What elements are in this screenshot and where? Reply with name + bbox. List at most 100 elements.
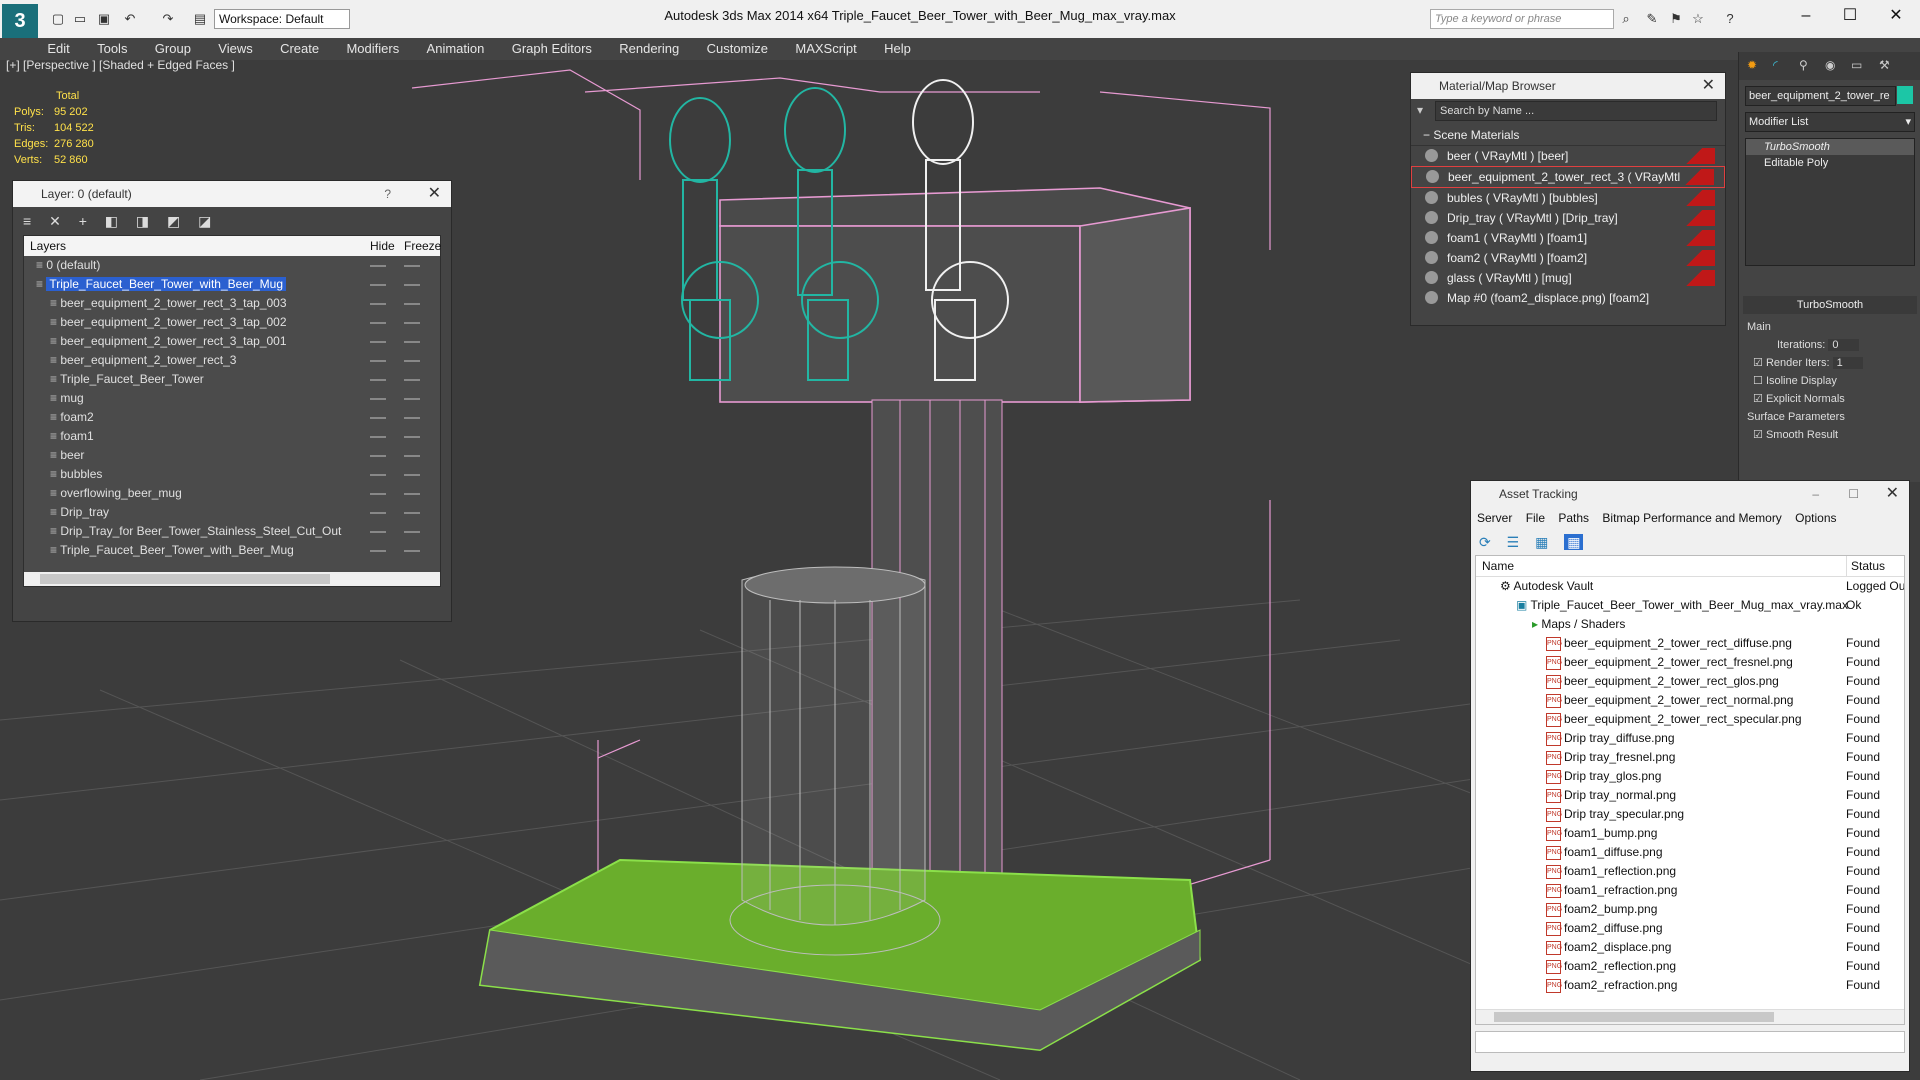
layer-row[interactable]: ≡ Drip_Tray_for Beer_Tower_Stainless_Ste… [24, 522, 440, 541]
layer-row[interactable]: ≡ beer_equipment_2_tower_rect_3_tap_001 [24, 332, 440, 351]
freeze-toggle[interactable] [404, 322, 420, 324]
freeze-toggle[interactable] [404, 303, 420, 305]
menu-views[interactable]: Views [218, 38, 252, 60]
object-name-field[interactable]: beer_equipment_2_tower_re [1745, 86, 1896, 106]
freeze-toggle[interactable] [404, 531, 420, 533]
table-view-icon[interactable]: ▦ [1564, 534, 1584, 550]
help-icon[interactable]: ? [384, 181, 391, 207]
scrollbar-thumb[interactable] [1494, 1012, 1774, 1022]
layer-panel-titlebar[interactable]: Layer: 0 (default) ? ✕ [13, 181, 451, 207]
material-item[interactable]: Drip_tray ( VRayMtl ) [Drip_tray] [1411, 208, 1725, 228]
freeze-toggle[interactable] [404, 455, 420, 457]
material-item[interactable]: beer ( VRayMtl ) [beer] [1411, 146, 1725, 166]
freeze-toggle[interactable] [404, 341, 420, 343]
hide-toggle[interactable] [370, 379, 386, 381]
asset-row[interactable]: PNG foam1_bump.png Found [1476, 824, 1904, 843]
hide-toggle[interactable] [370, 322, 386, 324]
asset-row[interactable]: PNG foam2_displace.png Found [1476, 938, 1904, 957]
asset-row[interactable]: PNG foam2_bump.png Found [1476, 900, 1904, 919]
column-freeze[interactable]: Freeze [404, 236, 441, 256]
layer-row[interactable]: ≡ beer [24, 446, 440, 465]
redo-icon[interactable]: ↷ [160, 11, 176, 27]
layer-row[interactable]: ≡ 0 (default) [24, 256, 440, 275]
freeze-toggle[interactable] [404, 398, 420, 400]
material-item[interactable]: glass ( VRayMtl ) [mug] [1411, 268, 1725, 288]
asset-row[interactable]: PNG Drip tray_specular.png Found [1476, 805, 1904, 824]
asset-row[interactable]: PNG Drip tray_glos.png Found [1476, 767, 1904, 786]
refresh-icon[interactable]: ⟳ [1479, 534, 1491, 550]
workspace-dropdown[interactable]: Workspace: Default [214, 9, 350, 29]
column-layers[interactable]: Layers [30, 239, 66, 253]
asset-row[interactable]: PNG foam1_diffuse.png Found [1476, 843, 1904, 862]
minimize-button[interactable]: – [1786, 4, 1826, 28]
help-icon[interactable]: ? [1722, 11, 1738, 27]
asset-menu-options[interactable]: Options [1795, 511, 1836, 525]
freeze-toggle[interactable] [404, 284, 420, 286]
communication-center-icon[interactable]: ✎ [1644, 11, 1660, 27]
asset-row[interactable]: PNG beer_equipment_2_tower_rect_diffuse.p… [1476, 634, 1904, 653]
menu-edit[interactable]: Edit [47, 38, 69, 60]
hide-toggle[interactable] [370, 341, 386, 343]
freeze-toggle[interactable] [404, 417, 420, 419]
save-icon[interactable]: ▣ [96, 11, 112, 27]
menu-maxscript[interactable]: MAXScript [795, 38, 856, 60]
freeze-all-icon[interactable]: ◪ [198, 213, 211, 229]
asset-row[interactable]: PNG beer_equipment_2_tower_rect_specular.… [1476, 710, 1904, 729]
modifier-list-dropdown[interactable]: Modifier List ▾ [1745, 112, 1915, 132]
freeze-toggle[interactable] [404, 550, 420, 552]
layer-row[interactable]: ≡ Triple_Faucet_Beer_Tower_with_Beer_Mug [24, 275, 440, 294]
stack-item-editable-poly[interactable]: Editable Poly [1746, 155, 1914, 171]
layer-horizontal-scrollbar[interactable] [24, 572, 440, 586]
hide-toggle[interactable] [370, 417, 386, 419]
create-layer-icon[interactable]: ≡ [23, 213, 31, 229]
freeze-toggle[interactable] [404, 512, 420, 514]
list-view-icon[interactable]: ☰ [1507, 534, 1520, 550]
object-color-swatch[interactable] [1897, 86, 1913, 104]
asset-tracking-titlebar[interactable]: Asset Tracking – ☐ ✕ [1471, 481, 1909, 507]
menu-animation[interactable]: Animation [427, 38, 485, 60]
display-tab-icon[interactable]: ▭ [1851, 58, 1862, 72]
layer-row[interactable]: ≡ Triple_Faucet_Beer_Tower_with_Beer_Mug [24, 541, 440, 560]
material-search-input[interactable]: Search by Name ... [1435, 101, 1717, 121]
render-iters-spinner[interactable]: 1 [1832, 357, 1863, 369]
freeze-toggle[interactable] [404, 360, 420, 362]
hide-toggle[interactable] [370, 531, 386, 533]
hierarchy-tab-icon[interactable]: ⚲ [1799, 58, 1808, 72]
hide-toggle[interactable] [370, 360, 386, 362]
undo-icon[interactable]: ↶ [122, 11, 138, 27]
delete-layer-icon[interactable]: ✕ [49, 213, 61, 229]
project-folder-icon[interactable]: ▤ [192, 11, 208, 27]
hide-toggle[interactable] [370, 398, 386, 400]
maximize-button[interactable]: ☐ [1830, 4, 1870, 28]
keyword-search-input[interactable]: Type a keyword or phrase [1430, 9, 1614, 29]
menu-help[interactable]: Help [884, 38, 911, 60]
hide-toggle[interactable] [370, 512, 386, 514]
asset-row[interactable]: ⚙ Autodesk Vault Logged Out [1476, 577, 1904, 596]
asset-row[interactable]: PNG beer_equipment_2_tower_rect_glos.png F… [1476, 672, 1904, 691]
app-menu-button[interactable]: 3 [2, 4, 38, 38]
material-item[interactable]: beer_equipment_2_tower_rect_3 ( VRayMtl … [1411, 166, 1725, 188]
tree-view-icon[interactable]: ▦ [1535, 534, 1548, 550]
asset-row[interactable]: PNG foam2_diffuse.png Found [1476, 919, 1904, 938]
asset-row[interactable]: PNG foam1_reflection.png Found [1476, 862, 1904, 881]
open-file-icon[interactable]: ▭ [72, 11, 88, 27]
menu-group[interactable]: Group [155, 38, 191, 60]
isoline-checkbox[interactable]: ☐ [1753, 375, 1763, 387]
material-item[interactable]: foam1 ( VRayMtl ) [foam1] [1411, 228, 1725, 248]
hide-toggle[interactable] [370, 474, 386, 476]
binoculars-icon[interactable]: ⌕ [1618, 11, 1634, 27]
hide-toggle[interactable] [370, 303, 386, 305]
minimize-icon[interactable]: – [1812, 481, 1819, 507]
add-to-layer-icon[interactable]: + [79, 213, 87, 229]
column-name[interactable]: Name [1482, 559, 1514, 573]
asset-menu-bitmap[interactable]: Bitmap Performance and Memory [1602, 511, 1781, 525]
asset-path-field[interactable] [1475, 1031, 1905, 1053]
freeze-toggle[interactable] [404, 474, 420, 476]
asset-menu-file[interactable]: File [1526, 511, 1545, 525]
smooth-result-checkbox[interactable]: ☑ [1753, 429, 1763, 441]
hide-toggle[interactable] [370, 436, 386, 438]
material-browser-titlebar[interactable]: Material/Map Browser ✕ [1411, 73, 1725, 99]
subscription-icon[interactable]: ⚑ [1668, 11, 1684, 27]
asset-row[interactable]: PNG beer_equipment_2_tower_rect_normal.pn… [1476, 691, 1904, 710]
layer-row[interactable]: ≡ foam2 [24, 408, 440, 427]
